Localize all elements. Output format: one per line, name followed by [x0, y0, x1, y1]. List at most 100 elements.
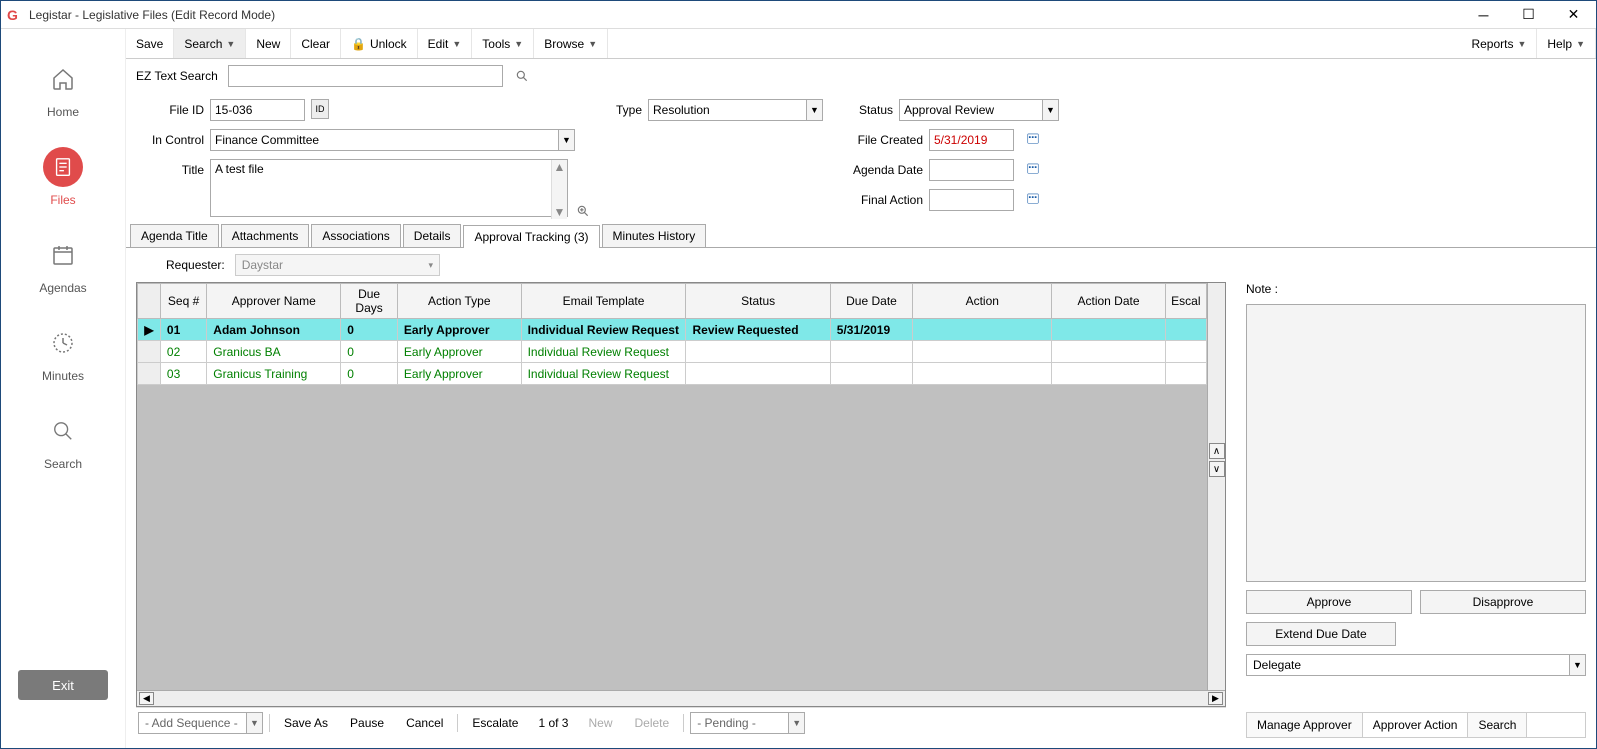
- add-sequence-dropdown[interactable]: - Add Sequence -▼: [138, 712, 263, 734]
- cancel-button[interactable]: Cancel: [398, 712, 451, 734]
- col-due-date[interactable]: Due Date: [830, 284, 912, 319]
- toolbar-search[interactable]: Search▼: [174, 29, 246, 58]
- final-action-calendar-icon[interactable]: [1024, 189, 1042, 207]
- requester-row: Requester: Daystar▾: [126, 248, 1596, 282]
- col-action-date[interactable]: Action Date: [1052, 284, 1165, 319]
- toolbar-browse[interactable]: Browse▼: [534, 29, 608, 58]
- col-due-days[interactable]: Due Days: [341, 284, 398, 319]
- approve-button[interactable]: Approve: [1246, 590, 1412, 614]
- toolbar-reports[interactable]: Reports▼: [1461, 29, 1537, 58]
- toolbar-unlock[interactable]: 🔒Unlock: [341, 29, 418, 58]
- sidebar-label-home: Home: [47, 105, 79, 119]
- sidebar-item-minutes[interactable]: Minutes: [42, 323, 84, 383]
- tab-agenda-title[interactable]: Agenda Title: [130, 224, 219, 247]
- title-bar: G Legistar - Legislative Files (Edit Rec…: [1, 1, 1596, 29]
- file-id-input[interactable]: [210, 99, 305, 121]
- toolbar-tools[interactable]: Tools▼: [472, 29, 534, 58]
- toolbar-help[interactable]: Help▼: [1537, 29, 1596, 58]
- chevron-down-icon: ▼: [452, 39, 461, 49]
- exit-button[interactable]: Exit: [18, 670, 108, 700]
- chevron-down-icon: ▼: [1517, 39, 1526, 49]
- file-created-input[interactable]: [929, 129, 1014, 151]
- id-button[interactable]: ID: [311, 99, 329, 119]
- save-as-button[interactable]: Save As: [276, 712, 336, 734]
- grid-horizontal-scrollbar[interactable]: ◀ ▶: [137, 690, 1225, 706]
- title-zoom-icon[interactable]: [574, 202, 592, 220]
- tab-associations[interactable]: Associations: [311, 224, 400, 247]
- side-tab-manage-approver[interactable]: Manage Approver: [1247, 713, 1363, 737]
- scroll-down-icon[interactable]: ∨: [1209, 461, 1225, 477]
- chevron-down-icon: ▼: [588, 39, 597, 49]
- escalate-button[interactable]: Escalate: [464, 712, 526, 734]
- cell-status: [686, 341, 830, 363]
- scroll-up-icon[interactable]: ∧: [1209, 443, 1225, 459]
- in-control-dropdown[interactable]: Finance Committee▼: [210, 129, 575, 151]
- side-tab-search[interactable]: Search: [1468, 713, 1527, 737]
- delegate-dropdown[interactable]: Delegate▼: [1246, 654, 1586, 676]
- content-split: Seq # Approver Name Due Days Action Type…: [126, 282, 1596, 748]
- requester-dropdown[interactable]: Daystar▾: [235, 254, 440, 276]
- sidebar-item-home[interactable]: Home: [43, 59, 83, 119]
- toolbar-edit[interactable]: Edit▼: [418, 29, 473, 58]
- agenda-date-input[interactable]: [929, 159, 1014, 181]
- maximize-button[interactable]: ☐: [1506, 1, 1551, 29]
- files-icon: [43, 147, 83, 187]
- chevron-down-icon: ▾: [423, 255, 439, 275]
- side-tab-approver-action[interactable]: Approver Action: [1363, 713, 1469, 737]
- tab-minutes-history[interactable]: Minutes History: [602, 224, 707, 247]
- minimize-button[interactable]: ─: [1461, 1, 1506, 29]
- close-button[interactable]: ✕: [1551, 1, 1596, 29]
- tab-approval-tracking[interactable]: Approval Tracking (3): [463, 225, 599, 248]
- pending-dropdown[interactable]: - Pending -▼: [690, 712, 805, 734]
- sidebar-item-agendas[interactable]: Agendas: [39, 235, 86, 295]
- grid-vertical-scrollbar[interactable]: ∧ ∨: [1207, 283, 1225, 690]
- cell-action-type: Early Approver: [397, 363, 521, 385]
- scroll-left-icon[interactable]: ◀: [139, 692, 154, 705]
- cell-status: Review Requested: [686, 319, 830, 341]
- col-seq[interactable]: Seq #: [160, 284, 206, 319]
- new-row-button[interactable]: New: [580, 712, 620, 734]
- extend-due-date-button[interactable]: Extend Due Date: [1246, 622, 1396, 646]
- final-action-input[interactable]: [929, 189, 1014, 211]
- disapprove-button[interactable]: Disapprove: [1420, 590, 1586, 614]
- col-action[interactable]: Action: [913, 284, 1052, 319]
- cell-due-days: 0: [341, 363, 398, 385]
- table-row[interactable]: 02Granicus BA0Early ApproverIndividual R…: [138, 341, 1207, 363]
- search-button-icon[interactable]: [513, 67, 531, 85]
- toolbar-clear[interactable]: Clear: [291, 29, 341, 58]
- note-textarea[interactable]: [1246, 304, 1586, 582]
- tab-details[interactable]: Details: [403, 224, 462, 247]
- scroll-right-icon[interactable]: ▶: [1208, 692, 1223, 705]
- status-dropdown[interactable]: Approval Review▼: [899, 99, 1059, 121]
- toolbar-new[interactable]: New: [246, 29, 291, 58]
- tab-attachments[interactable]: Attachments: [221, 224, 310, 247]
- col-email-template[interactable]: Email Template: [521, 284, 686, 319]
- col-action-type[interactable]: Action Type: [397, 284, 521, 319]
- grid-scroll-area[interactable]: Seq # Approver Name Due Days Action Type…: [137, 283, 1207, 690]
- sidebar-item-search[interactable]: Search: [43, 411, 83, 471]
- type-dropdown[interactable]: Resolution▼: [648, 99, 823, 121]
- chevron-down-icon: ▼: [806, 100, 822, 120]
- ez-search-input[interactable]: [228, 65, 503, 87]
- cell-approver: Adam Johnson: [207, 319, 341, 341]
- col-status[interactable]: Status: [686, 284, 830, 319]
- search-icon: [43, 411, 83, 451]
- sidebar-item-files[interactable]: Files: [43, 147, 83, 207]
- pause-button[interactable]: Pause: [342, 712, 392, 734]
- toolbar-save[interactable]: Save: [126, 29, 174, 58]
- form-area: File ID ID In Control Finance Committee▼…: [126, 93, 1596, 220]
- delete-row-button[interactable]: Delete: [627, 712, 678, 734]
- table-row[interactable]: 03Granicus Training0Early ApproverIndivi…: [138, 363, 1207, 385]
- file-created-calendar-icon[interactable]: [1024, 129, 1042, 147]
- agenda-date-calendar-icon[interactable]: [1024, 159, 1042, 177]
- table-row[interactable]: ▶01Adam Johnson0Early ApproverIndividual…: [138, 319, 1207, 341]
- col-escal[interactable]: Escal: [1165, 284, 1206, 319]
- body-area: Home Files Agendas Minutes Search Exit: [1, 29, 1596, 748]
- cell-action: [913, 363, 1052, 385]
- cell-due-date: 5/31/2019: [830, 319, 912, 341]
- row-handle: [138, 341, 161, 363]
- title-scrollbar[interactable]: ▲▼: [551, 160, 567, 219]
- title-input[interactable]: [210, 159, 568, 217]
- sidebar-label-minutes: Minutes: [42, 369, 84, 383]
- col-approver[interactable]: Approver Name: [207, 284, 341, 319]
